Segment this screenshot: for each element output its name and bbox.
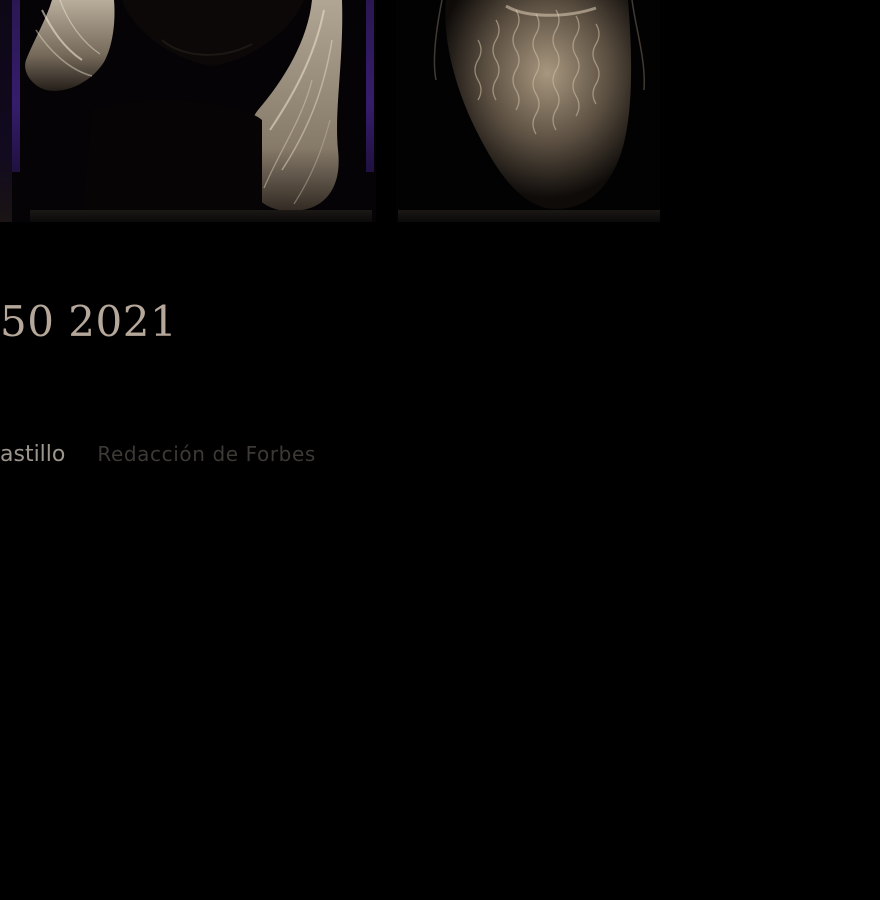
portrait-image-long-hair[interactable] [12,0,376,222]
byline: astillo Redacción de Forbes [0,437,316,471]
author-link[interactable]: astillo [0,442,65,467]
portrait-image-beard[interactable] [396,0,660,222]
long-hair-portrait-art [25,0,343,222]
staff-credit: Redacción de Forbes [97,442,316,466]
purple-backdrop-right [366,0,374,172]
purple-backdrop-left [12,0,20,172]
photo-shadow-right [398,210,660,222]
article-page: 50 2021 astillo Redacción de Forbes [0,0,880,900]
photo-edge [0,0,12,222]
photo-shadow-left [30,210,372,222]
article-headline: 50 2021 [0,297,178,346]
beard-portrait-art [433,0,646,209]
photo-strip [0,0,880,240]
